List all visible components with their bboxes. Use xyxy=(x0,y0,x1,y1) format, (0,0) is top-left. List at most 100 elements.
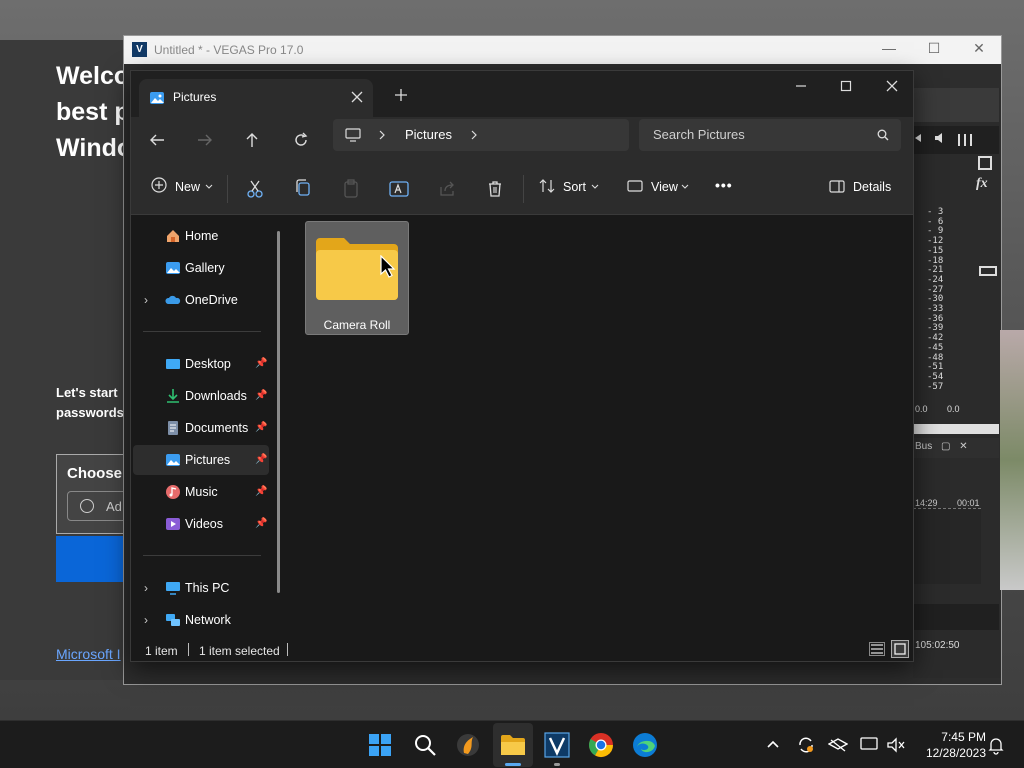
back-arrow-icon[interactable] xyxy=(149,133,165,147)
nav-divider xyxy=(143,331,261,332)
welcome-heading-line2: best p xyxy=(56,98,130,126)
chevron-down-icon xyxy=(591,184,599,189)
chevron-right-icon[interactable] xyxy=(471,130,477,140)
pin-icon[interactable]: 📌 xyxy=(255,358,267,370)
background-plant xyxy=(1000,330,1024,590)
notification-bell-icon[interactable] xyxy=(988,735,1004,755)
search-icon[interactable] xyxy=(409,729,441,761)
item-count: 1 item xyxy=(145,644,178,658)
details-pane-icon xyxy=(829,180,845,193)
nav-item-onedrive[interactable]: › OneDrive xyxy=(133,285,269,315)
clock[interactable]: 7:45 PM 12/28/2023 xyxy=(916,729,986,761)
new-tab-icon[interactable] xyxy=(395,89,407,101)
view-button[interactable]: View xyxy=(625,163,691,215)
meter-mode-icon[interactable] xyxy=(979,266,997,276)
close-icon[interactable] xyxy=(886,80,898,92)
refresh-icon[interactable] xyxy=(293,132,309,148)
view-icon xyxy=(627,180,643,192)
display-icon[interactable] xyxy=(860,736,880,754)
nav-item-home[interactable]: Home xyxy=(133,221,269,251)
pin-icon[interactable]: 📌 xyxy=(255,454,267,466)
nav-item-documents[interactable]: Documents 📌 xyxy=(133,413,269,443)
vegas-transport-bar[interactable] xyxy=(913,604,999,630)
monitor-icon xyxy=(345,128,361,142)
pin-icon[interactable]: 📌 xyxy=(255,422,267,434)
maximize-icon[interactable] xyxy=(840,80,852,92)
sync-icon[interactable] xyxy=(796,735,816,755)
nav-scrollbar[interactable] xyxy=(277,231,280,593)
share-icon[interactable] xyxy=(433,175,461,203)
cut-icon[interactable] xyxy=(241,175,269,203)
more-options-icon[interactable]: ••• xyxy=(715,163,745,215)
details-label: Details xyxy=(853,180,892,194)
new-button[interactable]: New xyxy=(145,163,217,215)
chevron-right-icon[interactable]: › xyxy=(144,613,148,627)
up-arrow-icon[interactable] xyxy=(245,132,259,148)
minimize-icon[interactable]: — xyxy=(879,40,899,60)
bus-window-icon[interactable]: ▢ xyxy=(941,441,950,452)
nav-item-network[interactable]: › Network xyxy=(133,605,269,635)
view-label: View xyxy=(651,180,678,194)
volume-muted-icon[interactable] xyxy=(886,736,906,754)
chevron-right-icon[interactable] xyxy=(379,130,385,140)
network-icon xyxy=(166,614,180,626)
microsoft-link[interactable]: Microsoft I xyxy=(56,646,121,662)
chevron-right-icon[interactable]: › xyxy=(144,293,148,307)
breadcrumb-pictures[interactable]: Pictures xyxy=(405,127,452,142)
chrome-icon[interactable] xyxy=(585,729,617,761)
bus-close-icon[interactable]: ✕ xyxy=(959,441,967,452)
vegas-titlebar[interactable]: V Untitled * - VEGAS Pro 17.0 — ☐ ✕ xyxy=(124,36,1001,64)
choose-account-card[interactable]: Choose Ad xyxy=(56,454,130,534)
chevron-right-icon[interactable]: › xyxy=(144,581,148,595)
nav-item-label: Downloads xyxy=(185,389,247,403)
tab-pictures[interactable]: Pictures xyxy=(139,79,373,117)
primary-button[interactable] xyxy=(56,536,130,582)
forward-arrow-icon[interactable] xyxy=(197,133,213,147)
chevron-up-icon[interactable] xyxy=(766,739,780,749)
file-explorer-icon[interactable] xyxy=(497,729,529,761)
network-status-icon[interactable] xyxy=(828,737,848,753)
copy-icon[interactable] xyxy=(289,175,317,203)
timeline-time-right: 00:01 xyxy=(957,498,980,508)
nav-item-label: Home xyxy=(185,229,219,243)
address-bar[interactable]: Pictures xyxy=(333,119,629,151)
gallery-icon xyxy=(166,262,180,274)
vegas-pro-icon[interactable] xyxy=(541,729,573,761)
search-input[interactable]: Search Pictures xyxy=(639,119,901,151)
pin-icon[interactable]: 📌 xyxy=(255,486,267,498)
minimize-icon[interactable] xyxy=(795,80,807,92)
nav-item-music[interactable]: Music 📌 xyxy=(133,477,269,507)
videos-icon xyxy=(166,518,180,530)
nav-item-gallery[interactable]: Gallery xyxy=(133,253,269,283)
nav-item-pictures[interactable]: Pictures 📌 xyxy=(133,445,269,475)
timecode: 105:02:50 xyxy=(915,640,960,651)
meter-value-right: 0.0 xyxy=(947,404,960,414)
fl-studio-icon[interactable] xyxy=(452,729,484,761)
maximize-icon[interactable]: ☐ xyxy=(924,40,944,60)
music-icon xyxy=(166,485,180,499)
nav-item-this-pc[interactable]: › This PC xyxy=(133,573,269,603)
start-icon[interactable] xyxy=(364,729,396,761)
vegas-toolbar-icons[interactable] xyxy=(913,126,999,154)
rename-icon[interactable] xyxy=(385,175,413,203)
welcome-heading-line1: Welco xyxy=(56,62,130,90)
onedrive-icon xyxy=(165,295,181,304)
vegas-window-icon[interactable] xyxy=(978,156,992,170)
nav-item-downloads[interactable]: Downloads 📌 xyxy=(133,381,269,411)
nav-item-desktop[interactable]: Desktop 📌 xyxy=(133,349,269,379)
details-view-icon[interactable] xyxy=(869,641,885,657)
delete-icon[interactable] xyxy=(481,175,509,203)
edge-icon[interactable] xyxy=(629,729,661,761)
explorer-titlebar[interactable]: Pictures xyxy=(131,71,913,117)
close-tab-icon[interactable] xyxy=(351,91,363,103)
fx-icon[interactable]: fx xyxy=(976,176,988,192)
details-button[interactable]: Details xyxy=(829,163,901,215)
paste-icon[interactable] xyxy=(337,175,365,203)
large-icons-view-icon[interactable] xyxy=(891,640,909,658)
add-account-field[interactable]: Ad xyxy=(67,491,130,521)
pin-icon[interactable]: 📌 xyxy=(255,390,267,402)
close-icon[interactable]: ✕ xyxy=(969,40,989,60)
sort-button[interactable]: Sort xyxy=(535,163,599,215)
pin-icon[interactable]: 📌 xyxy=(255,518,267,530)
nav-item-videos[interactable]: Videos 📌 xyxy=(133,509,269,539)
